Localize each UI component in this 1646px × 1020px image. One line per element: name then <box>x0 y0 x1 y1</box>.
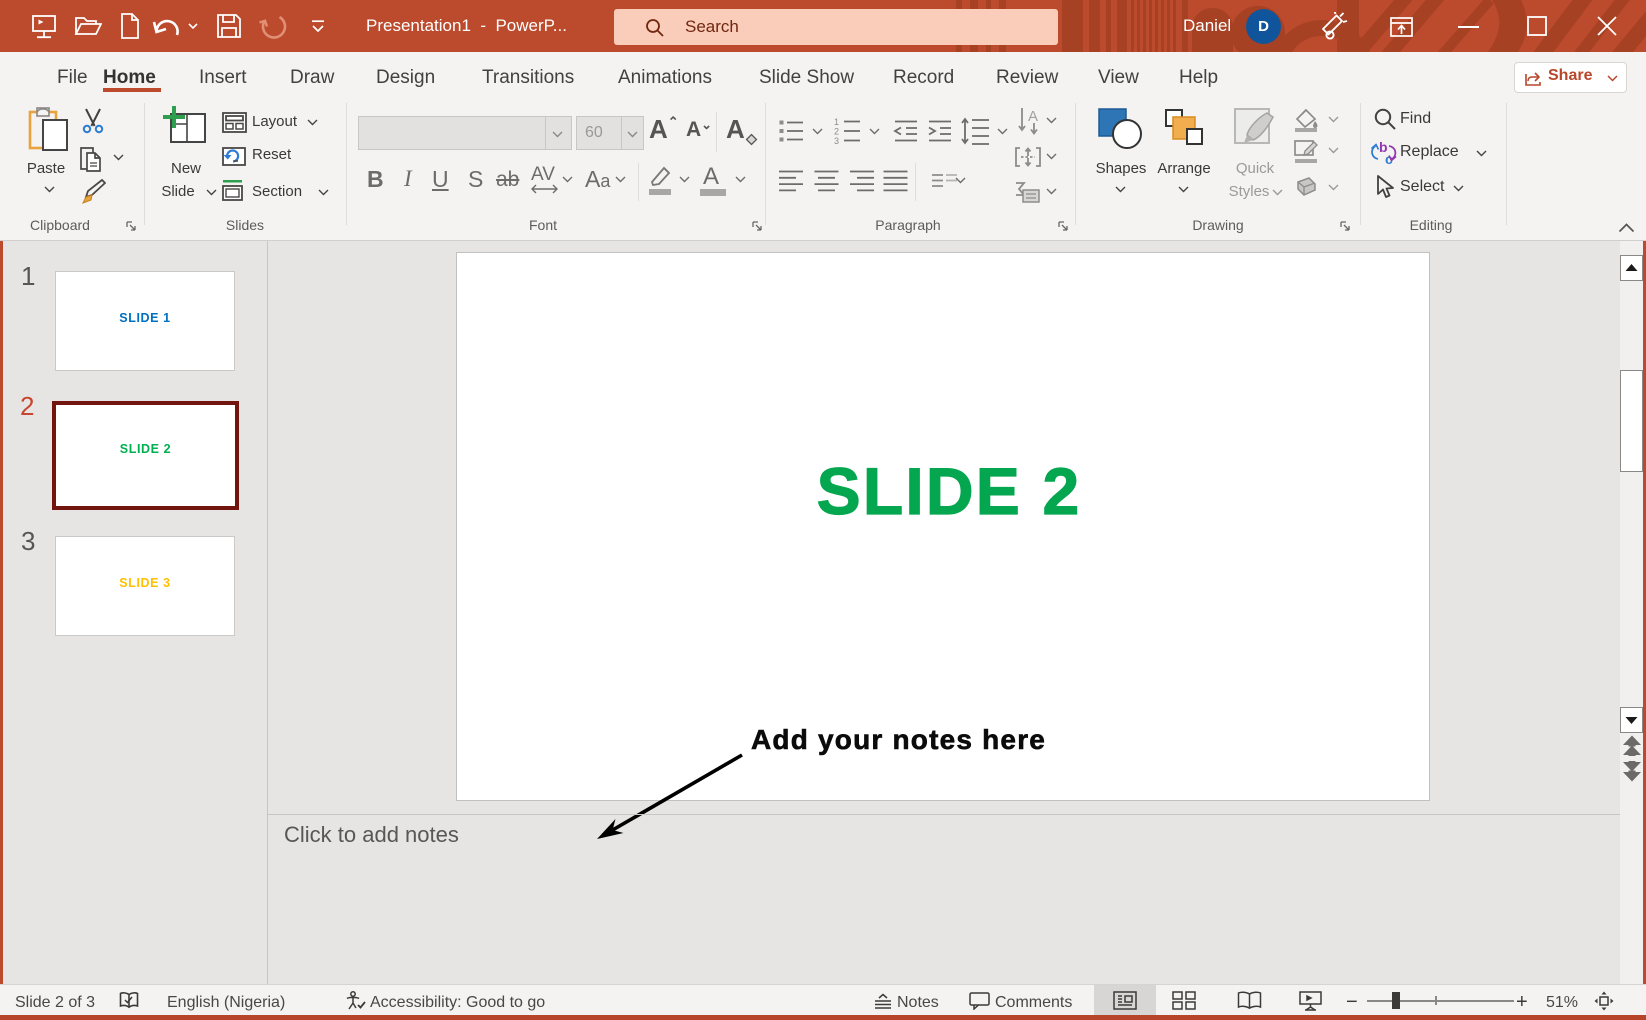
svg-text:3: 3 <box>834 136 839 144</box>
svg-text:A: A <box>1028 108 1038 125</box>
svg-text:2: 2 <box>834 127 839 137</box>
